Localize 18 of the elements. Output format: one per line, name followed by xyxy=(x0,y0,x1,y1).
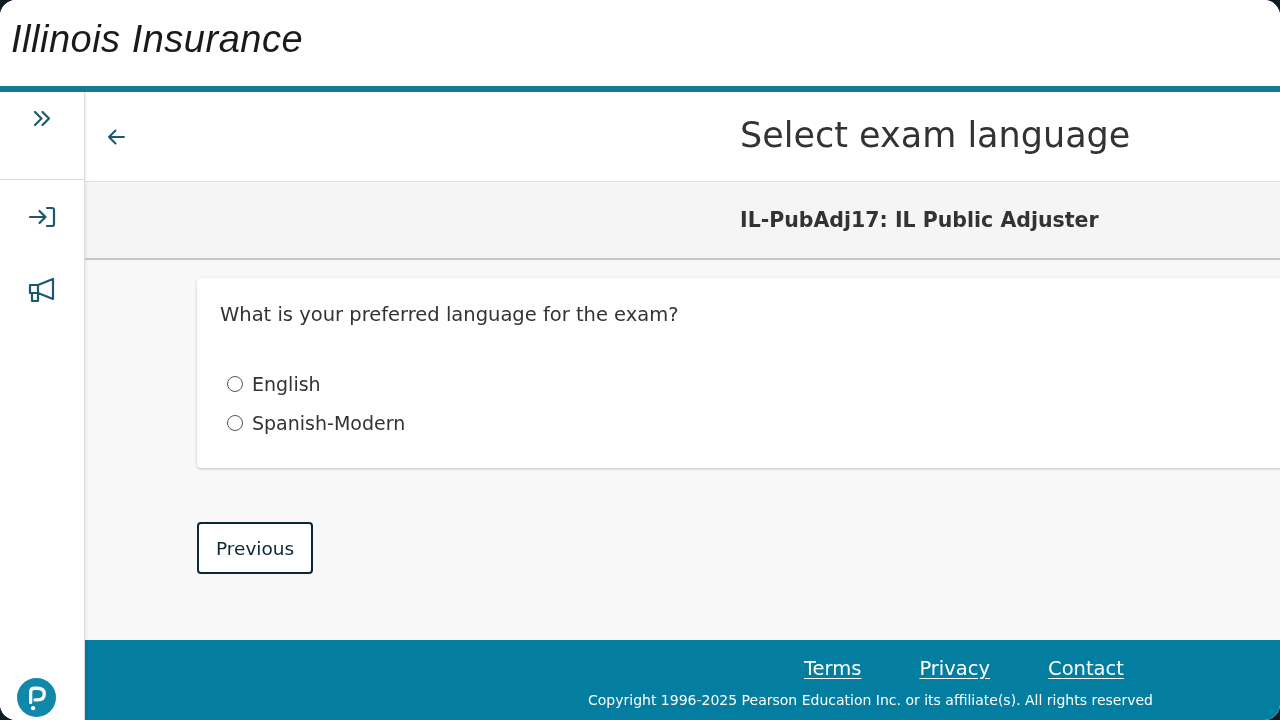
footer-link[interactable]: Terms xyxy=(804,657,862,680)
question-text: What is your preferred language for the exam? xyxy=(220,303,679,326)
exam-name: IL-PubAdj17: IL Public Adjuster xyxy=(740,208,1099,232)
sign-in-icon[interactable] xyxy=(28,206,56,228)
option-label[interactable]: English xyxy=(252,373,321,395)
radio-button[interactable] xyxy=(227,415,243,431)
page-title: Select exam language xyxy=(740,114,1131,155)
option-label[interactable]: Spanish-Modern xyxy=(252,412,406,434)
footer-link[interactable]: Privacy xyxy=(919,657,991,680)
logo-icon[interactable] xyxy=(16,678,56,717)
previous-button[interactable]: Previous xyxy=(197,522,314,574)
footer-link[interactable]: Contact xyxy=(1048,657,1124,680)
copyright-text: Copyright 1996-2025 Pearson Education Inc. or its affiliate(s). All rights reserved xyxy=(588,692,1153,708)
app-title: Illinois Insurance xyxy=(11,17,304,61)
radio-button[interactable] xyxy=(227,376,243,392)
megaphone-icon[interactable] xyxy=(27,276,57,304)
double-chevron-icon[interactable] xyxy=(32,110,52,127)
back-arrow-icon[interactable] xyxy=(106,127,126,146)
